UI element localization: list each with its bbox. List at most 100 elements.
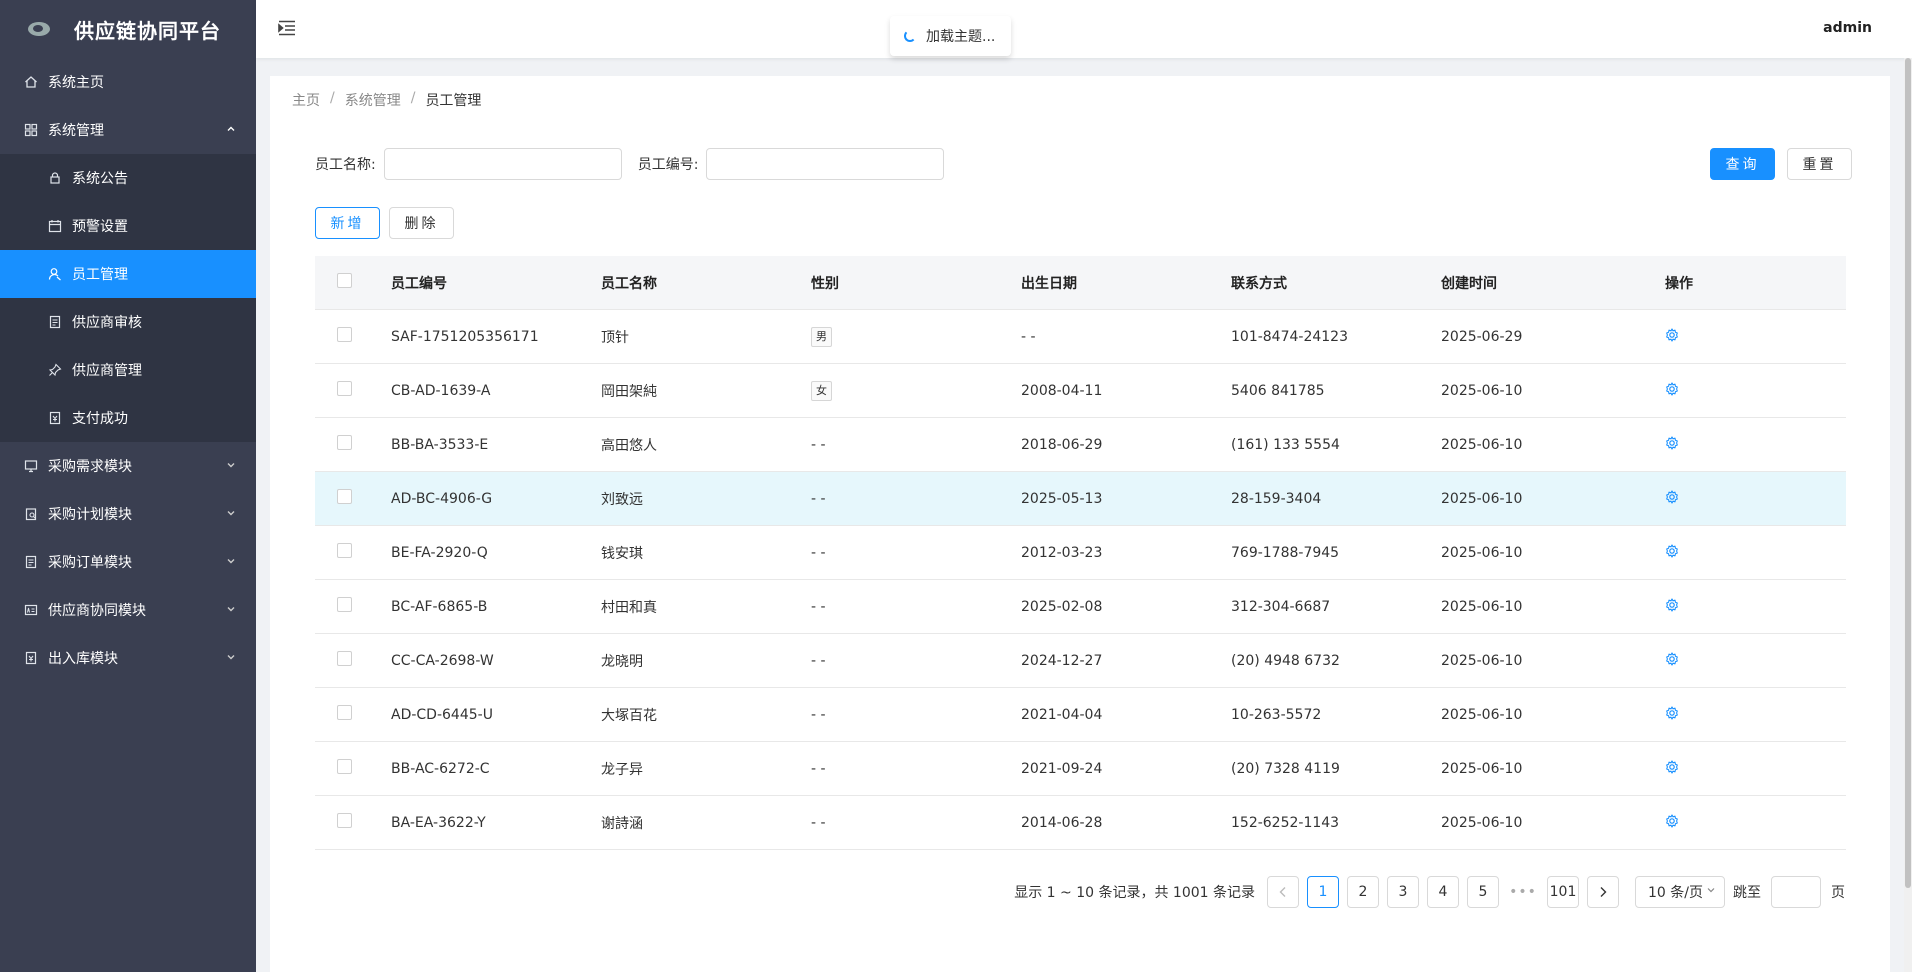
sidebar-item-purchase-demand[interactable]: 采购需求模块 bbox=[0, 442, 256, 490]
sidebar-item-purchase-plan[interactable]: 采购计划模块 bbox=[0, 490, 256, 538]
column-header: 出生日期 bbox=[1021, 275, 1077, 292]
settings-gear-icon[interactable] bbox=[1665, 435, 1679, 450]
gender-cell: - - bbox=[811, 491, 1021, 507]
breadcrumb-home[interactable]: 主页 bbox=[292, 90, 320, 110]
row-checkbox-cell bbox=[315, 813, 391, 832]
employee-name-input[interactable] bbox=[383, 148, 622, 180]
table-row[interactable]: BA-EA-3622-Y 谢詩涵 - - 2014-06-28 152-6252-114… bbox=[315, 796, 1846, 850]
sidebar-item-purchase-order[interactable]: 采购订单模块 bbox=[0, 538, 256, 586]
sidebar-item-supplier-review[interactable]: 供应商审核 bbox=[0, 298, 256, 346]
contact-cell: 769-1788-7945 bbox=[1231, 544, 1340, 561]
sidebar-item-label: 支付成功 bbox=[72, 411, 128, 427]
grid-icon bbox=[24, 123, 38, 137]
chevron-left-icon[interactable] bbox=[1267, 876, 1299, 908]
row-checkbox[interactable] bbox=[337, 705, 352, 720]
birth-date-cell: 2014-06-28 bbox=[1021, 814, 1103, 831]
loading-spinner-icon bbox=[904, 30, 916, 42]
table-row[interactable]: CB-AD-1639-A 岡田架純 女 2008-04-11 5406 841785 20… bbox=[315, 364, 1846, 418]
select-all-checkbox[interactable] bbox=[337, 273, 352, 288]
sidebar-item-label: 系统管理 bbox=[48, 123, 104, 139]
sidebar-item-supplier-management[interactable]: 供应商管理 bbox=[0, 346, 256, 394]
table-row[interactable]: AD-BC-4906-G 刘致远 - - 2025-05-13 28-159-3404 2… bbox=[315, 472, 1846, 526]
employee-name-cell: 钱安琪 bbox=[601, 545, 643, 562]
page-3[interactable]: 3 bbox=[1387, 876, 1419, 908]
row-checkbox[interactable] bbox=[337, 327, 352, 342]
page-size-select[interactable]: 10 条/页 bbox=[1635, 876, 1725, 908]
table-row[interactable]: BC-AF-6865-B 村田和真 - - 2025-02-08 312-304-668… bbox=[315, 580, 1846, 634]
table-row[interactable]: BE-FA-2920-Q 钱安琪 - - 2012-03-23 769-1788-794… bbox=[315, 526, 1846, 580]
settings-gear-icon[interactable] bbox=[1665, 381, 1679, 396]
settings-gear-icon[interactable] bbox=[1665, 759, 1679, 774]
column-header: 性别 bbox=[811, 275, 839, 292]
page-2[interactable]: 2 bbox=[1347, 876, 1379, 908]
user-name[interactable]: admin bbox=[1823, 20, 1872, 36]
sidebar-item-label: 采购订单模块 bbox=[48, 555, 132, 571]
table-row[interactable]: SAF-1751205356171 顶针 男 - - 101-8474-24123 202… bbox=[315, 310, 1846, 364]
row-checkbox[interactable] bbox=[337, 489, 352, 504]
breadcrumb-separator: / bbox=[330, 90, 335, 106]
user-icon bbox=[48, 267, 62, 281]
sidebar-item-supplier-collab[interactable]: 供应商协同模块 bbox=[0, 586, 256, 634]
scrollbar-thumb[interactable] bbox=[1905, 58, 1911, 888]
row-checkbox[interactable] bbox=[337, 813, 352, 828]
settings-gear-icon[interactable] bbox=[1665, 327, 1679, 342]
row-checkbox[interactable] bbox=[337, 597, 352, 612]
pagination-summary: 显示 1 ~ 10 条记录，共 1001 条记录 bbox=[1014, 885, 1255, 901]
chevron-down-icon bbox=[226, 508, 236, 521]
row-checkbox[interactable] bbox=[337, 381, 352, 396]
sidebar-item-announcement[interactable]: 系统公告 bbox=[0, 154, 256, 202]
settings-gear-icon[interactable] bbox=[1665, 651, 1679, 666]
chevron-down-icon bbox=[226, 652, 236, 665]
gender-value: - - bbox=[811, 814, 826, 831]
sidebar-item-system-management[interactable]: 系统管理 bbox=[0, 106, 256, 154]
sidebar-item-warehouse[interactable]: 出入库模块 bbox=[0, 634, 256, 682]
row-checkbox[interactable] bbox=[337, 759, 352, 774]
document-icon bbox=[24, 555, 38, 569]
table-row[interactable]: AD-CD-6445-U 大塚百花 - - 2021-04-04 10-263-5572… bbox=[315, 688, 1846, 742]
jump-page-input[interactable] bbox=[1771, 876, 1821, 908]
row-checkbox[interactable] bbox=[337, 651, 352, 666]
employee-table: 员工编号 员工名称 性别 出生日期 联系方式 创建时间 操作 SAF-17512… bbox=[315, 256, 1846, 850]
page-size-value: 10 条/页 bbox=[1648, 885, 1703, 901]
query-button[interactable]: 查询 bbox=[1710, 148, 1775, 180]
table-row[interactable]: BB-BA-3533-E 高田悠人 - - 2018-06-29 (161) 133 5… bbox=[315, 418, 1846, 472]
receipt-icon bbox=[24, 651, 38, 665]
page-4[interactable]: 4 bbox=[1427, 876, 1459, 908]
page-last[interactable]: 101 bbox=[1547, 876, 1579, 908]
settings-gear-icon[interactable] bbox=[1665, 813, 1679, 828]
operation-cell bbox=[1651, 381, 1846, 400]
settings-gear-icon[interactable] bbox=[1665, 543, 1679, 558]
chevron-right-icon[interactable] bbox=[1587, 876, 1619, 908]
gender-cell: 男 bbox=[811, 326, 1021, 347]
sidebar-item-payment-success[interactable]: 支付成功 bbox=[0, 394, 256, 442]
add-button[interactable]: 新增 bbox=[315, 207, 380, 239]
table-row[interactable]: BB-AC-6272-C 龙子异 - - 2021-09-24 (20) 7328 41… bbox=[315, 742, 1846, 796]
employee-id-cell: CC-CA-2698-W bbox=[391, 652, 494, 669]
table-row[interactable]: CC-CA-2698-W 龙晓明 - - 2024-12-27 (20) 4948 67… bbox=[315, 634, 1846, 688]
delete-button[interactable]: 删除 bbox=[389, 207, 454, 239]
top-header: 加载主题... admin bbox=[256, 0, 1912, 58]
settings-gear-icon[interactable] bbox=[1665, 705, 1679, 720]
operation-cell bbox=[1651, 489, 1846, 508]
column-header: 创建时间 bbox=[1441, 275, 1497, 292]
row-checkbox[interactable] bbox=[337, 543, 352, 558]
sidebar-item-warning-settings[interactable]: 预警设置 bbox=[0, 202, 256, 250]
sidebar-item-employee-management[interactable]: 员工管理 bbox=[0, 250, 256, 298]
page-scrollbar[interactable] bbox=[1904, 58, 1912, 972]
employee-id-input[interactable] bbox=[706, 148, 945, 180]
settings-gear-icon[interactable] bbox=[1665, 597, 1679, 612]
page-ellipsis[interactable]: ••• bbox=[1507, 884, 1539, 900]
sidebar-item-home[interactable]: 系统主页 bbox=[0, 58, 256, 106]
employee-name-cell: 岡田架純 bbox=[601, 383, 657, 400]
page-5[interactable]: 5 bbox=[1467, 876, 1499, 908]
settings-gear-icon[interactable] bbox=[1665, 489, 1679, 504]
row-checkbox[interactable] bbox=[337, 435, 352, 450]
column-header: 联系方式 bbox=[1231, 275, 1287, 292]
reset-button[interactable]: 重置 bbox=[1787, 148, 1852, 180]
sidebar-item-label: 系统主页 bbox=[48, 75, 104, 91]
menu-fold-icon[interactable] bbox=[278, 20, 296, 36]
employee-id-cell: BB-AC-6272-C bbox=[391, 760, 490, 777]
breadcrumb-system[interactable]: 系统管理 bbox=[345, 90, 401, 110]
gender-value: - - bbox=[811, 760, 826, 777]
page-1[interactable]: 1 bbox=[1307, 876, 1339, 908]
